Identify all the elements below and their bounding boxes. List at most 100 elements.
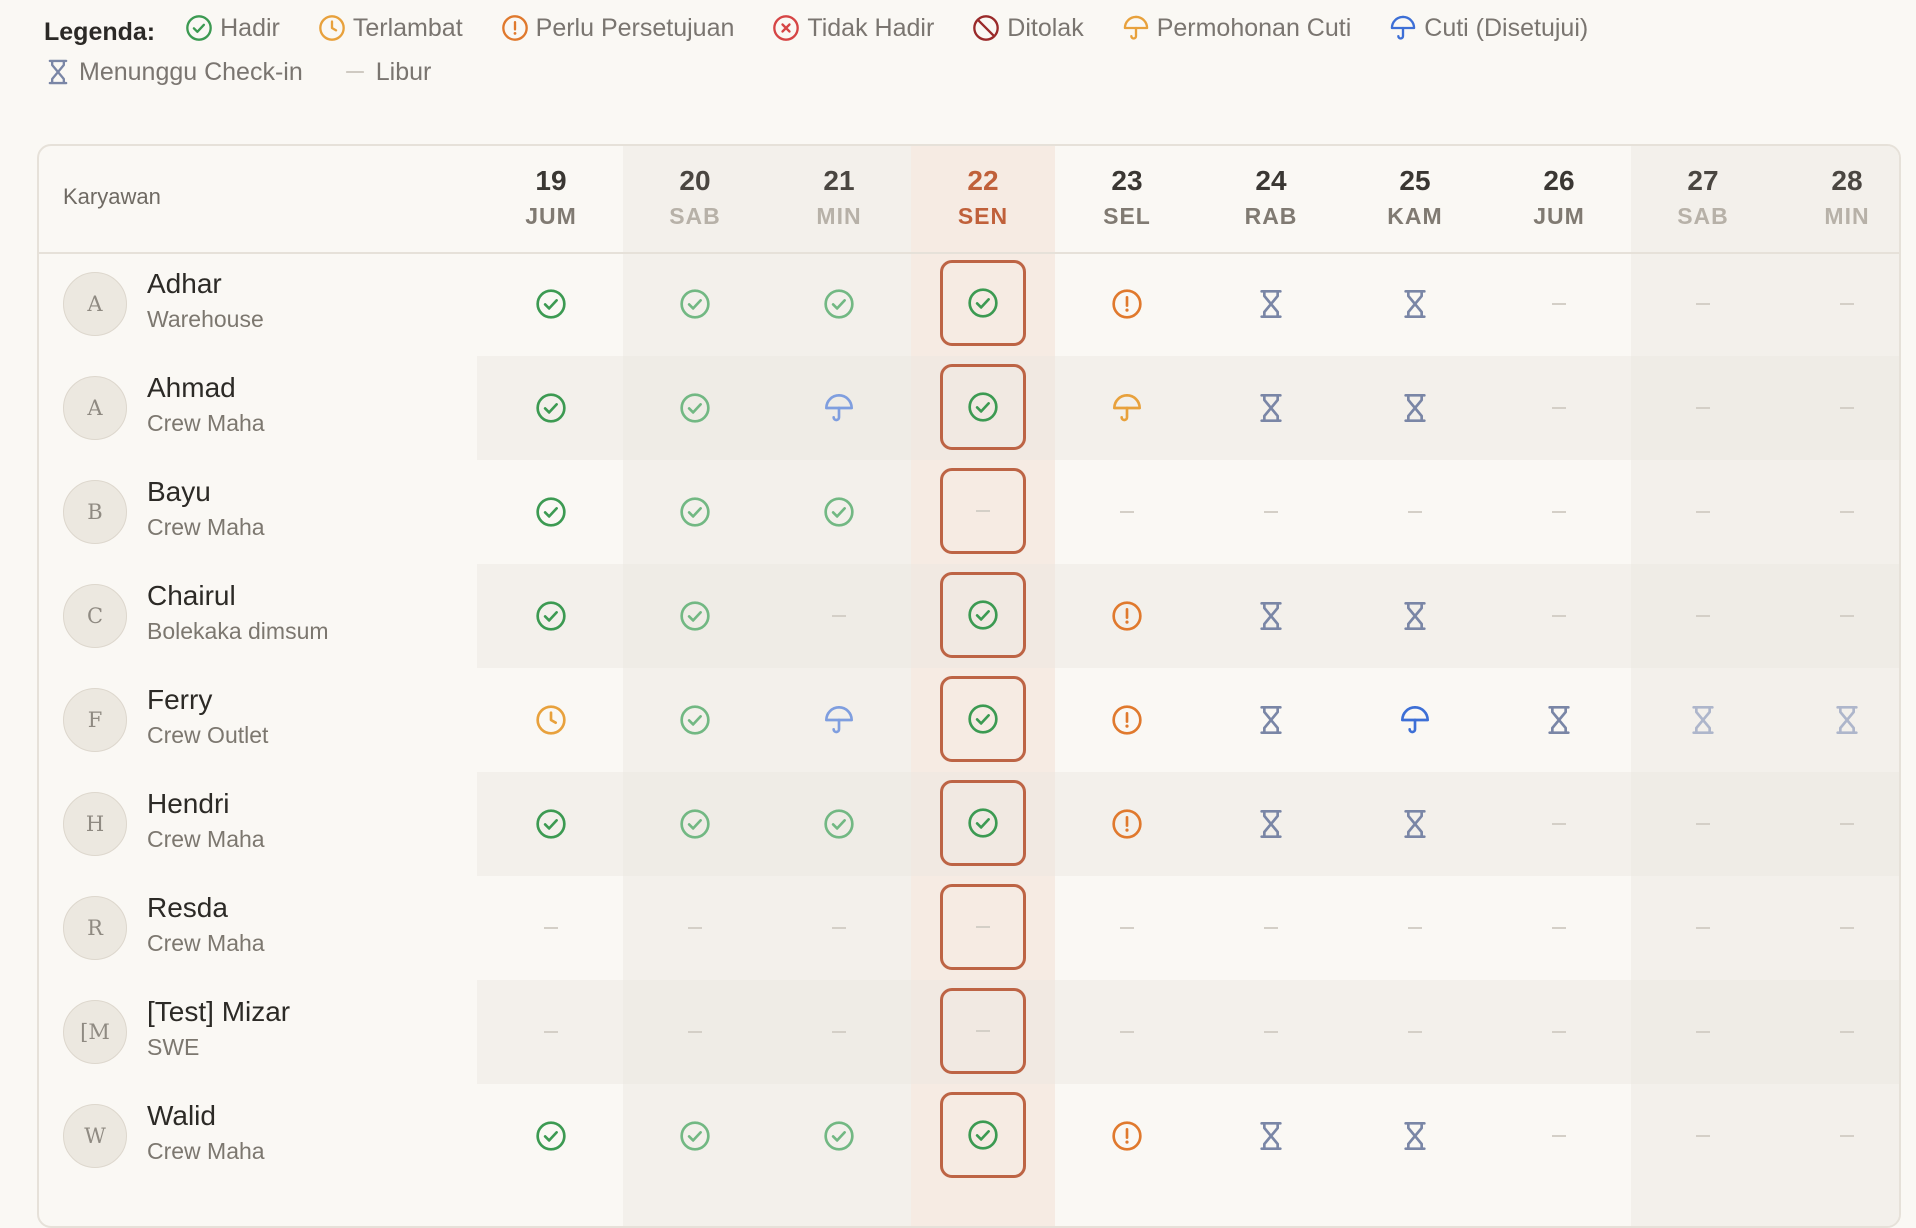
attendance-cell[interactable] bbox=[1487, 668, 1631, 772]
attendance-cell[interactable] bbox=[623, 564, 767, 668]
employee-row[interactable]: [M [Test] Mizar SWE bbox=[39, 980, 1899, 1084]
attendance-cell[interactable] bbox=[1775, 772, 1899, 876]
attendance-cell[interactable] bbox=[1631, 460, 1775, 564]
employee-row[interactable]: W Walid Crew Maha bbox=[39, 1084, 1899, 1188]
attendance-cell[interactable] bbox=[479, 668, 623, 772]
attendance-cell[interactable] bbox=[479, 1084, 623, 1188]
attendance-cell[interactable] bbox=[1199, 356, 1343, 460]
attendance-cell[interactable] bbox=[911, 460, 1055, 564]
attendance-cell[interactable] bbox=[479, 876, 623, 980]
attendance-cell[interactable] bbox=[1199, 980, 1343, 1084]
attendance-cell[interactable] bbox=[1343, 1084, 1487, 1188]
attendance-cell[interactable] bbox=[623, 980, 767, 1084]
attendance-cell[interactable] bbox=[1343, 356, 1487, 460]
attendance-cell[interactable] bbox=[911, 252, 1055, 356]
attendance-cell[interactable] bbox=[1487, 252, 1631, 356]
attendance-cell[interactable] bbox=[911, 668, 1055, 772]
attendance-cell[interactable] bbox=[1343, 980, 1487, 1084]
attendance-cell[interactable] bbox=[1199, 1084, 1343, 1188]
attendance-cell[interactable] bbox=[1055, 772, 1199, 876]
employee-row[interactable]: C Chairul Bolekaka dimsum bbox=[39, 564, 1899, 668]
attendance-cell[interactable] bbox=[767, 668, 911, 772]
attendance-cell[interactable] bbox=[479, 564, 623, 668]
attendance-cell[interactable] bbox=[623, 356, 767, 460]
attendance-cell[interactable] bbox=[1775, 1084, 1899, 1188]
attendance-cell[interactable] bbox=[911, 1084, 1055, 1188]
employee-row[interactable]: A Adhar Warehouse bbox=[39, 252, 1899, 356]
attendance-cell[interactable] bbox=[1199, 564, 1343, 668]
attendance-cell[interactable] bbox=[1199, 252, 1343, 356]
attendance-cell[interactable] bbox=[1775, 668, 1899, 772]
attendance-cell[interactable] bbox=[1775, 980, 1899, 1084]
employee-row[interactable]: H Hendri Crew Maha bbox=[39, 772, 1899, 876]
attendance-cell[interactable] bbox=[1055, 356, 1199, 460]
attendance-cell[interactable] bbox=[1055, 1084, 1199, 1188]
attendance-cell[interactable] bbox=[1631, 356, 1775, 460]
attendance-cell[interactable] bbox=[623, 668, 767, 772]
attendance-cell[interactable] bbox=[1199, 668, 1343, 772]
attendance-cell[interactable] bbox=[767, 460, 911, 564]
attendance-cell[interactable] bbox=[1775, 564, 1899, 668]
attendance-cell[interactable] bbox=[1631, 1084, 1775, 1188]
attendance-cell[interactable] bbox=[1487, 876, 1631, 980]
attendance-cell[interactable] bbox=[623, 252, 767, 356]
attendance-cell[interactable] bbox=[623, 1084, 767, 1188]
attendance-cell[interactable] bbox=[1631, 980, 1775, 1084]
attendance-cell[interactable] bbox=[623, 460, 767, 564]
attendance-cell[interactable] bbox=[1775, 876, 1899, 980]
attendance-cell[interactable] bbox=[1055, 564, 1199, 668]
employee-row[interactable]: R Resda Crew Maha bbox=[39, 876, 1899, 980]
attendance-cell[interactable] bbox=[1631, 876, 1775, 980]
attendance-cell[interactable] bbox=[479, 460, 623, 564]
employee-row[interactable]: A Ahmad Crew Maha bbox=[39, 356, 1899, 460]
attendance-cell[interactable] bbox=[1487, 460, 1631, 564]
employee-row[interactable]: B Bayu Crew Maha bbox=[39, 460, 1899, 564]
attendance-cell[interactable] bbox=[767, 356, 911, 460]
attendance-cell[interactable] bbox=[767, 1084, 911, 1188]
attendance-cell[interactable] bbox=[1199, 772, 1343, 876]
attendance-cell[interactable] bbox=[623, 772, 767, 876]
attendance-cell[interactable] bbox=[911, 564, 1055, 668]
attendance-cell[interactable] bbox=[479, 252, 623, 356]
attendance-cell[interactable] bbox=[1775, 460, 1899, 564]
employee-row[interactable]: F Ferry Crew Outlet bbox=[39, 668, 1899, 772]
avatar: B bbox=[63, 480, 127, 544]
attendance-cell[interactable] bbox=[1055, 252, 1199, 356]
attendance-cell[interactable] bbox=[767, 564, 911, 668]
attendance-cell[interactable] bbox=[1487, 1084, 1631, 1188]
attendance-cell[interactable] bbox=[1775, 252, 1899, 356]
attendance-cell[interactable] bbox=[767, 980, 911, 1084]
attendance-cell[interactable] bbox=[1775, 356, 1899, 460]
attendance-cell[interactable] bbox=[767, 772, 911, 876]
attendance-cell[interactable] bbox=[767, 252, 911, 356]
attendance-cell[interactable] bbox=[911, 876, 1055, 980]
attendance-cell[interactable] bbox=[1631, 564, 1775, 668]
attendance-cell[interactable] bbox=[1199, 460, 1343, 564]
attendance-cell[interactable] bbox=[1343, 252, 1487, 356]
attendance-cell[interactable] bbox=[1631, 252, 1775, 356]
attendance-cell[interactable] bbox=[1343, 668, 1487, 772]
attendance-cell[interactable] bbox=[1487, 356, 1631, 460]
attendance-cell[interactable] bbox=[479, 980, 623, 1084]
attendance-cell[interactable] bbox=[1055, 876, 1199, 980]
attendance-cell[interactable] bbox=[911, 980, 1055, 1084]
attendance-cell[interactable] bbox=[479, 356, 623, 460]
attendance-cell[interactable] bbox=[623, 876, 767, 980]
attendance-cell[interactable] bbox=[1343, 564, 1487, 668]
attendance-cell[interactable] bbox=[911, 772, 1055, 876]
attendance-cell[interactable] bbox=[479, 772, 623, 876]
attendance-cell[interactable] bbox=[1487, 980, 1631, 1084]
attendance-cell[interactable] bbox=[767, 876, 911, 980]
attendance-cell[interactable] bbox=[1199, 876, 1343, 980]
attendance-cell[interactable] bbox=[1055, 668, 1199, 772]
attendance-cell[interactable] bbox=[1487, 772, 1631, 876]
attendance-cell[interactable] bbox=[1055, 460, 1199, 564]
attendance-cell[interactable] bbox=[911, 356, 1055, 460]
attendance-cell[interactable] bbox=[1487, 564, 1631, 668]
attendance-cell[interactable] bbox=[1631, 668, 1775, 772]
attendance-cell[interactable] bbox=[1631, 772, 1775, 876]
attendance-cell[interactable] bbox=[1055, 980, 1199, 1084]
attendance-cell[interactable] bbox=[1343, 460, 1487, 564]
attendance-cell[interactable] bbox=[1343, 876, 1487, 980]
attendance-cell[interactable] bbox=[1343, 772, 1487, 876]
